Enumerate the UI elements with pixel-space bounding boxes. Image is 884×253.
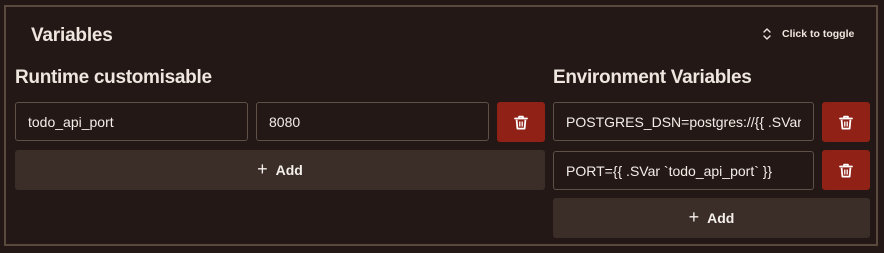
runtime-add-button[interactable]: + Add [15,150,545,190]
environment-section-title: Environment Variables [553,67,752,88]
environment-variable-input[interactable] [553,151,814,190]
runtime-variable-value-input[interactable] [256,102,489,141]
chevron-up-down-icon [763,28,771,40]
plus-icon: + [257,159,268,179]
environment-add-label: Add [707,210,735,226]
trash-icon [514,115,528,129]
toggle-label: Click to toggle [782,28,855,40]
trash-icon [839,115,853,129]
environment-variable-input[interactable] [553,102,814,141]
panel-title: Variables [31,25,113,46]
runtime-section-title: Runtime customisable [15,67,212,88]
environment-add-button[interactable]: + Add [553,198,870,238]
environment-delete-button[interactable] [822,102,870,142]
plus-icon: + [688,207,700,227]
runtime-delete-button[interactable] [497,102,545,142]
trash-icon [839,163,853,177]
runtime-add-label: Add [275,162,303,178]
environment-delete-button[interactable] [822,150,870,190]
toggle-button[interactable]: Click to toggle [762,27,854,41]
runtime-variable-name-input[interactable] [15,102,248,141]
